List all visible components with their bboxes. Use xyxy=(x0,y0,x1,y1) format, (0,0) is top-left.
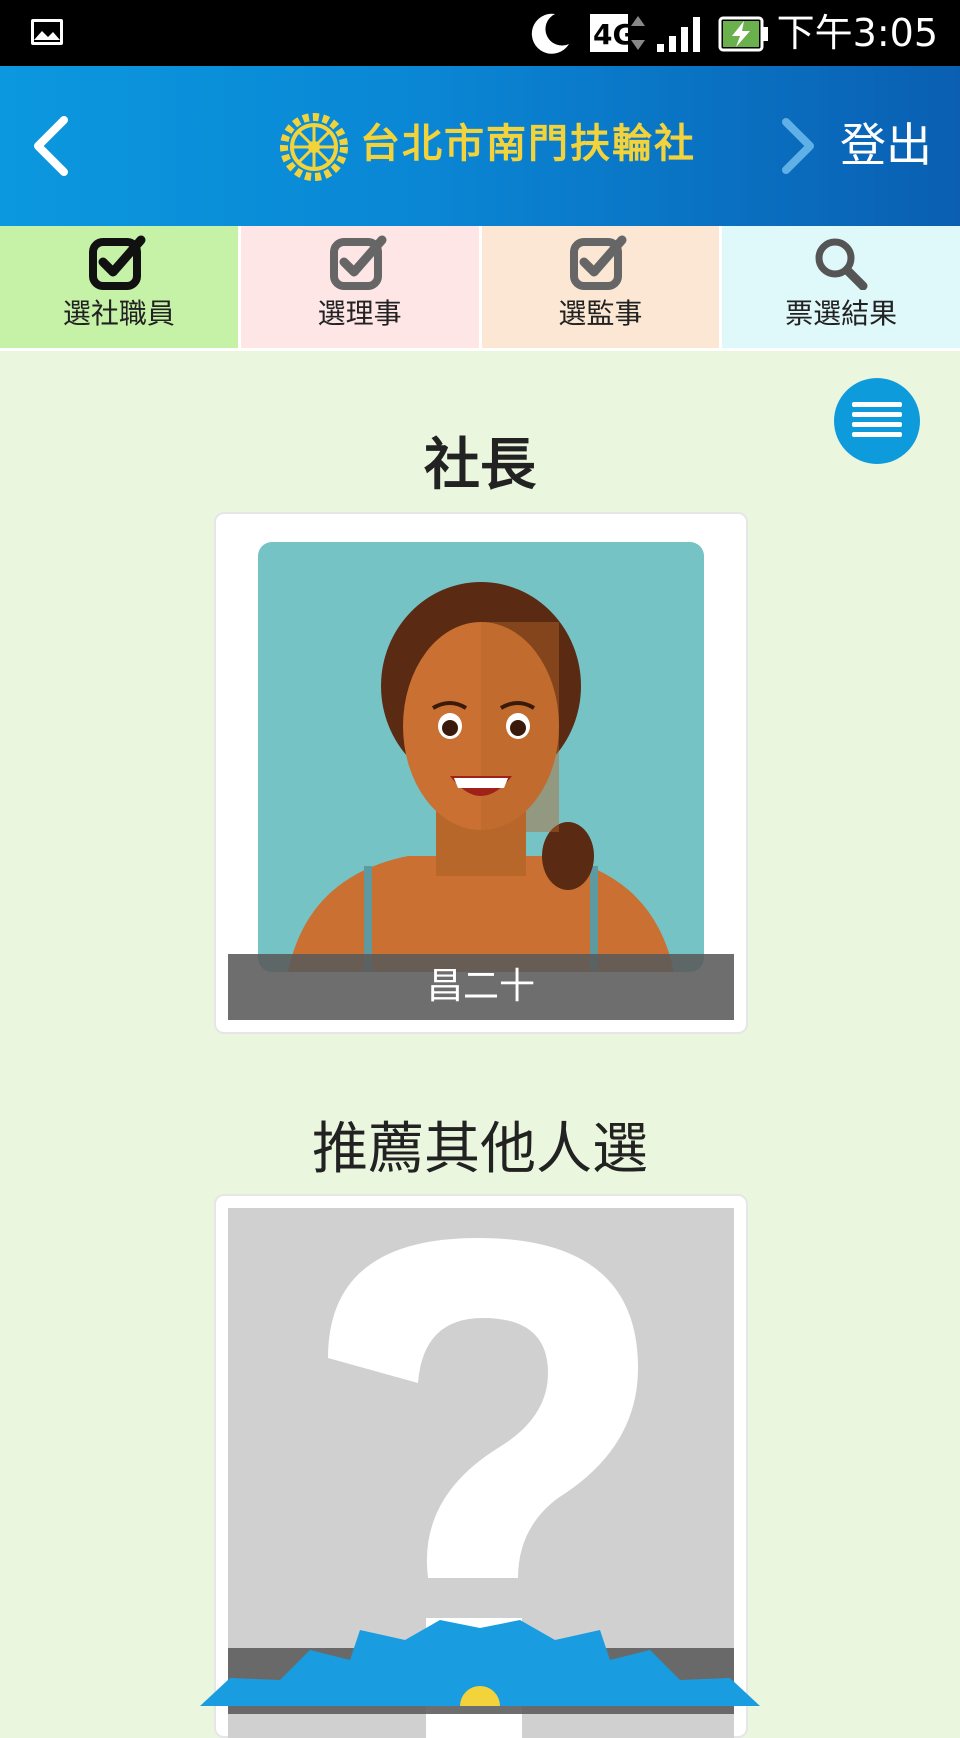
checkbox-icon xyxy=(329,235,387,290)
tab-label: 選監事 xyxy=(558,297,643,330)
forward-chevron-icon[interactable] xyxy=(778,116,818,176)
tab-vote-results[interactable]: 票選結果 xyxy=(722,226,960,350)
signal-strength-icon xyxy=(657,17,700,52)
menu-line xyxy=(852,402,902,407)
position-title: 社長 xyxy=(424,433,536,498)
club-title: 台北市南門扶輪社 xyxy=(360,121,696,167)
app-header: 台北市南門扶輪社 登出 xyxy=(0,66,960,226)
battery-charging-icon xyxy=(718,16,768,52)
checkbox-icon xyxy=(570,235,627,290)
candidate-avatar-illustration xyxy=(258,542,704,972)
tab-label: 票選結果 xyxy=(785,297,898,330)
election-tabs: 選社職員 選理事 選監事 票選結果 xyxy=(0,226,960,350)
checkbox-icon xyxy=(88,235,146,290)
clock-time: 下午3:05 xyxy=(776,11,938,55)
gear-decoration-icon xyxy=(200,1620,760,1706)
gallery-notification-icon xyxy=(31,19,63,45)
logout-button[interactable]: 登出 xyxy=(840,114,932,176)
menu-line xyxy=(852,422,902,427)
tabs-divider xyxy=(0,348,960,351)
candidate-name: 昌二十 xyxy=(228,954,734,1020)
tab-officers[interactable]: 選社職員 xyxy=(0,226,241,350)
candidate-photo xyxy=(228,526,734,1020)
status-bar: 4G 下午3:05 xyxy=(0,0,960,66)
tab-supervisors[interactable]: 選監事 xyxy=(481,226,723,350)
menu-line xyxy=(852,412,902,417)
back-chevron-icon[interactable] xyxy=(28,114,72,178)
network-4g-icon: 4G xyxy=(590,14,645,52)
tab-directors[interactable]: 選理事 xyxy=(240,226,482,350)
do-not-disturb-moon-icon xyxy=(531,13,569,54)
recommend-title: 推薦其他人選 xyxy=(312,1117,648,1182)
tab-label: 選理事 xyxy=(317,297,402,330)
network-type-label: 4G xyxy=(593,18,635,51)
candidate-card[interactable]: 昌二十 xyxy=(214,512,748,1034)
search-icon xyxy=(815,238,868,290)
rotary-wheel-logo-icon xyxy=(280,113,348,181)
tab-label: 選社職員 xyxy=(62,297,175,330)
